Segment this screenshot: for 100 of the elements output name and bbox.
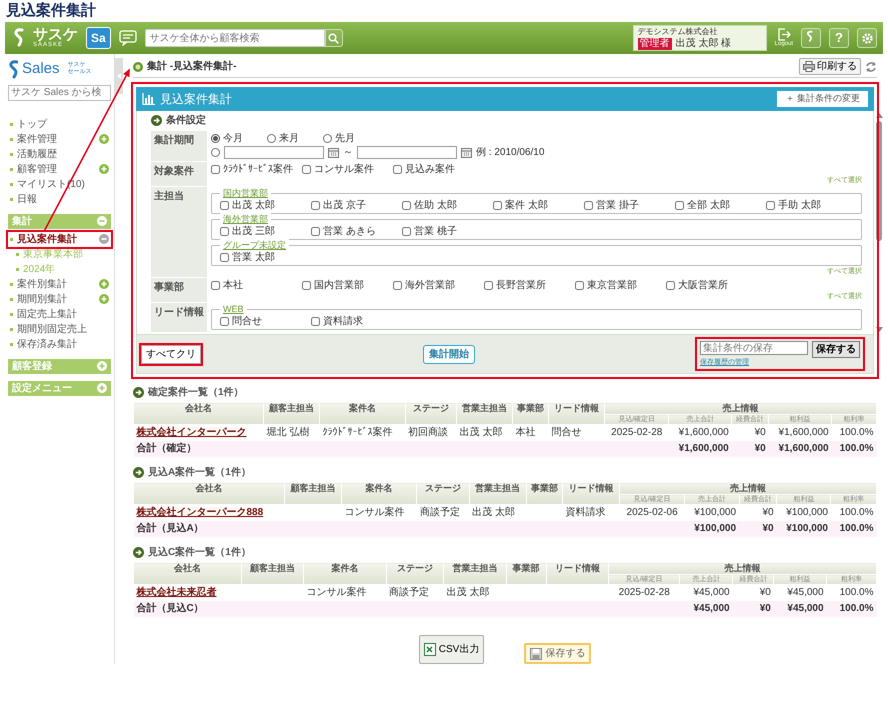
date-field[interactable] [224, 146, 324, 159]
checkbox[interactable] [220, 201, 229, 210]
sidebar-item[interactable]: 保存済み集計 [17, 338, 109, 350]
option-label: ｸﾗｳﾄﾞｻｰﾋﾞｽ案件 [223, 163, 293, 176]
table-cell: 100.0% [832, 424, 876, 441]
checkbox[interactable] [311, 227, 320, 236]
option-label: 先月 [335, 132, 355, 145]
settings-button[interactable] [857, 28, 877, 48]
refresh-icon[interactable] [865, 60, 877, 72]
change-conditions-button[interactable]: ＋ 集計条件の変更 [777, 91, 868, 107]
company-link[interactable]: 株式会社未来忍者 [136, 587, 216, 598]
save-button[interactable]: 保存する [524, 643, 592, 664]
sidebar-item[interactable]: 期間別固定売上 [17, 322, 109, 336]
sidebar-item[interactable]: 案件管理 [17, 132, 95, 146]
radio-button[interactable] [323, 134, 332, 143]
company-link[interactable]: 株式会社インターパーク [136, 427, 246, 438]
checkbox[interactable] [493, 201, 502, 210]
checkbox[interactable] [220, 253, 229, 262]
role-badge: 管理者 [638, 38, 672, 50]
checkbox[interactable] [575, 281, 584, 290]
checkbox[interactable] [302, 281, 311, 290]
search-field[interactable]: サスケ全体から顧客検索 [144, 29, 325, 47]
option-label: 資料請求 [323, 315, 363, 328]
floppy-icon [530, 648, 542, 660]
checkbox[interactable] [211, 165, 220, 174]
minus-icon[interactable] [99, 234, 109, 244]
calendar-icon[interactable] [328, 147, 339, 158]
checkbox[interactable] [402, 227, 411, 236]
scrollbar-thumb[interactable] [876, 121, 882, 241]
csv-export-button[interactable]: CSV出力 [418, 635, 484, 664]
collapse-handle[interactable] [115, 58, 123, 94]
chat-icon[interactable] [118, 30, 137, 46]
column-header: 会社名 [134, 562, 241, 584]
option-label: 営業 あきら [323, 225, 376, 238]
checkbox[interactable] [402, 201, 411, 210]
option-label: 大阪営業所 [678, 279, 728, 292]
sidebar-item[interactable]: トップ [17, 118, 109, 130]
circle-icon [133, 62, 143, 72]
sidebar-item[interactable]: 活動履歴 [17, 148, 109, 160]
scrollbar[interactable] [874, 111, 884, 334]
radio-button[interactable] [211, 148, 220, 157]
checkbox[interactable] [311, 201, 320, 210]
checkbox[interactable] [211, 281, 220, 290]
checkbox[interactable] [766, 201, 775, 210]
table-cell: 初回商談 [405, 424, 457, 441]
option-label: 営業 桃子 [414, 225, 457, 238]
checkbox[interactable] [393, 281, 402, 290]
search-button[interactable] [324, 29, 343, 47]
option-label: 東京営業部 [587, 279, 637, 292]
arrow-circle-icon [133, 467, 144, 478]
sidebar-item[interactable]: 顧客管理 [17, 162, 95, 176]
breadcrumb: 集計 -見込案件集計- [147, 59, 236, 74]
checkbox[interactable] [584, 201, 593, 210]
table-cell: ¥1,600,000 [668, 424, 732, 441]
checkbox[interactable] [311, 317, 320, 326]
table-cell: ¥100,000 [776, 504, 831, 521]
calendar-icon[interactable] [461, 147, 472, 158]
checkbox[interactable] [302, 165, 311, 174]
sidebar-item[interactable]: 期間別集計 [17, 292, 95, 306]
bullet-icon [16, 268, 19, 270]
checkbox[interactable] [220, 227, 229, 236]
total-cell: 100.0% [830, 521, 876, 537]
total-cell: 100.0% [832, 441, 876, 457]
print-button[interactable]: 印刷する [799, 58, 861, 75]
save-conditions-button[interactable]: 保存する [812, 341, 860, 358]
table-cell: ¥45,000 [774, 584, 827, 601]
clear-all-button[interactable]: すべてクリ [141, 344, 201, 364]
start-button[interactable]: 集計開始 [423, 344, 475, 364]
logout-icon [776, 28, 791, 41]
column-header: 事業部 [526, 482, 563, 504]
checkbox[interactable] [666, 281, 675, 290]
checkbox[interactable] [675, 201, 684, 210]
sidebar-search-field[interactable]: サスケ Sales から検 [8, 84, 111, 100]
table-cell: コンサル案件 [304, 584, 386, 601]
total-cell: ¥100,000 [684, 521, 740, 537]
column-header: 案件名 [304, 562, 386, 584]
checkbox[interactable] [220, 317, 229, 326]
column-header: 会社名 [134, 402, 264, 424]
radio-button[interactable] [267, 134, 276, 143]
sidebar-item[interactable]: 固定売上集計 [17, 308, 109, 320]
bullet-icon [10, 298, 13, 300]
sidebar-item[interactable]: 日報 [17, 192, 109, 206]
company-link[interactable]: 株式会社インターパーク888 [136, 507, 264, 518]
radio-button[interactable] [211, 134, 220, 143]
save-name-field[interactable]: 集計条件の保存 [700, 341, 808, 355]
bullet-icon [10, 312, 13, 316]
sidebar-item[interactable]: 案件別集計 [17, 278, 95, 290]
checkbox[interactable] [393, 165, 402, 174]
sales-app-button[interactable] [801, 28, 821, 48]
condition-label: 集計期間 [151, 131, 207, 161]
date-field[interactable] [357, 146, 457, 159]
option-label: 本社 [223, 279, 243, 292]
table-cell: ¥0 [739, 504, 777, 521]
table-cell: 2025-02-06 [620, 504, 685, 521]
bar-chart-icon [142, 93, 155, 105]
checkbox[interactable] [484, 281, 493, 290]
app-badge[interactable]: Sa [86, 27, 111, 49]
sidebar-item[interactable]: 見込案件集計 [17, 232, 95, 246]
column-header: 営業主担当 [444, 562, 506, 584]
total-cell: ¥100,000 [776, 521, 831, 537]
